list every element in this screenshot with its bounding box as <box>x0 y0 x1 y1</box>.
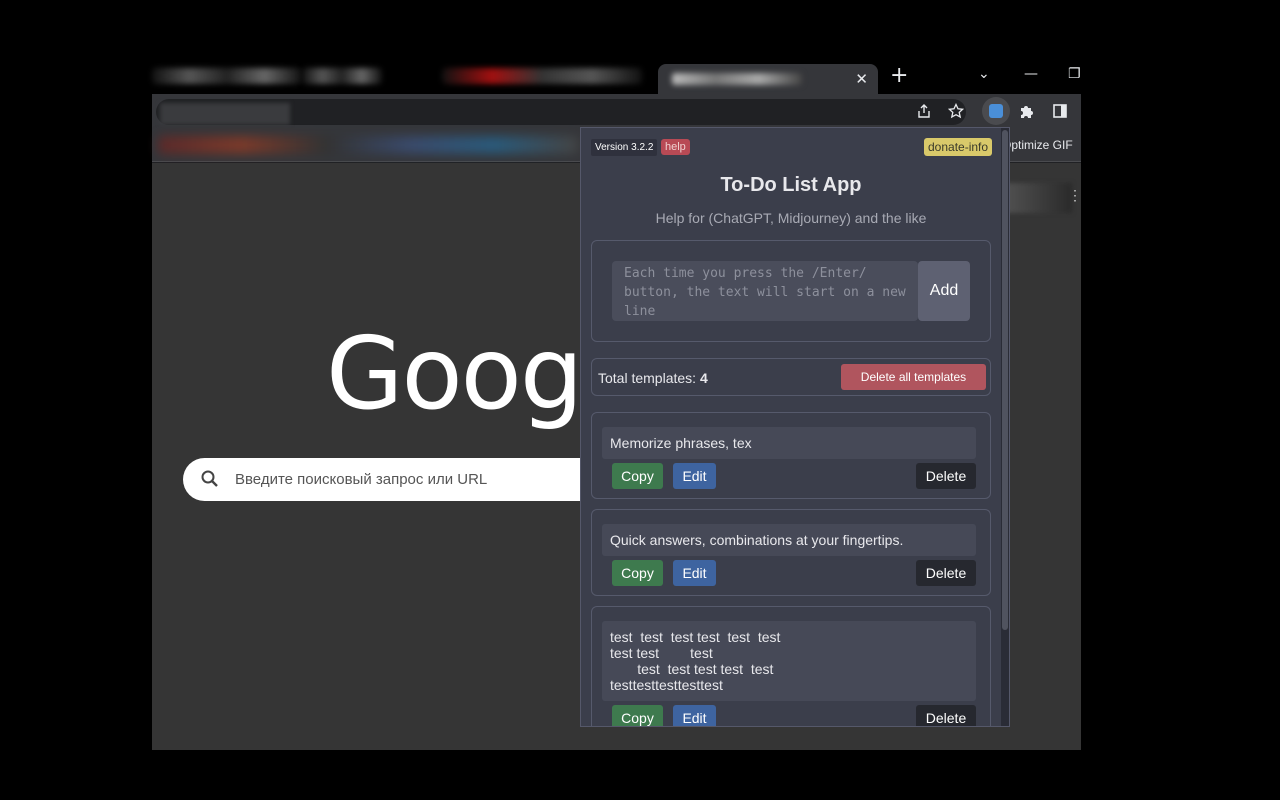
tab-inactive-2[interactable] <box>302 68 382 84</box>
template-card: test test test test test test test test … <box>591 606 991 726</box>
total-templates-label: Total templates: 4 <box>598 370 708 386</box>
total-label-text: Total templates: <box>598 370 697 386</box>
new-tab-button[interactable]: + <box>890 65 908 87</box>
app-subtitle: Help for (ChatGPT, Midjourney) and the l… <box>655 210 927 226</box>
search-placeholder: Введите поисковый запрос или URL <box>235 471 488 488</box>
more-icon[interactable]: ⋮ <box>1068 187 1082 204</box>
restore-button[interactable]: ❐ <box>1068 66 1081 82</box>
bookmark-optimize-gif[interactable]: Optimize GIF <box>1002 138 1073 152</box>
scrollbar-thumb[interactable] <box>1002 130 1008 630</box>
tab-inactive-1[interactable] <box>152 68 302 84</box>
delete-button[interactable]: Delete <box>916 705 976 726</box>
search-icon <box>201 470 218 487</box>
bookmark-items[interactable] <box>158 136 578 154</box>
tab-active-title <box>672 73 802 85</box>
input-card: Each time you press the /Enter/ button, … <box>591 240 991 342</box>
total-card: Total templates: 4 Delete all templates <box>591 358 991 396</box>
tab-close-icon[interactable]: ✕ <box>855 70 868 88</box>
template-text: test test test test test test test test … <box>602 621 976 701</box>
add-button[interactable]: Add <box>918 261 970 321</box>
edit-button[interactable]: Edit <box>673 560 716 586</box>
puzzle-icon[interactable] <box>1015 99 1039 123</box>
tab-active[interactable]: ✕ <box>658 64 878 94</box>
todo-extension-popup: Version 3.2.2 help donate-info To-Do Lis… <box>580 127 1010 727</box>
template-input[interactable]: Each time you press the /Enter/ button, … <box>612 261 918 321</box>
address-bar[interactable] <box>156 99 966 125</box>
copy-button[interactable]: Copy <box>612 560 663 586</box>
tab-inactive-3[interactable] <box>442 68 642 84</box>
delete-button[interactable]: Delete <box>916 560 976 586</box>
share-icon[interactable] <box>912 99 936 123</box>
template-card: Quick answers, combinations at your fing… <box>591 509 991 596</box>
version-badge: Version 3.2.2 <box>591 139 658 156</box>
delete-button[interactable]: Delete <box>916 463 976 489</box>
copy-button[interactable]: Copy <box>612 463 663 489</box>
star-icon[interactable] <box>944 99 968 123</box>
delete-all-button[interactable]: Delete all templates <box>841 364 986 390</box>
donate-link[interactable]: donate-info <box>924 138 993 156</box>
side-panel-icon[interactable] <box>1048 99 1072 123</box>
total-count: 4 <box>699 370 708 386</box>
template-card: Memorize phrases, tex Copy Edit Delete <box>591 412 991 499</box>
tab-search-icon[interactable]: ⌄ <box>978 66 990 82</box>
edit-button[interactable]: Edit <box>673 705 716 726</box>
copy-button[interactable]: Copy <box>612 705 663 726</box>
app-title: To-Do List App <box>720 174 862 196</box>
template-text: Memorize phrases, tex <box>602 427 976 459</box>
help-link[interactable]: help <box>661 139 690 155</box>
edit-button[interactable]: Edit <box>673 463 716 489</box>
tab-strip: ✕ + ⌄ — ❐ <box>152 58 1081 94</box>
todo-extension-icon[interactable] <box>982 97 1010 125</box>
address-text <box>160 103 290 125</box>
toolbar <box>152 94 1081 128</box>
minimize-button[interactable]: — <box>1024 66 1038 82</box>
popup-scrollbar[interactable] <box>1001 128 1009 726</box>
template-text: Quick answers, combinations at your fing… <box>602 524 976 556</box>
